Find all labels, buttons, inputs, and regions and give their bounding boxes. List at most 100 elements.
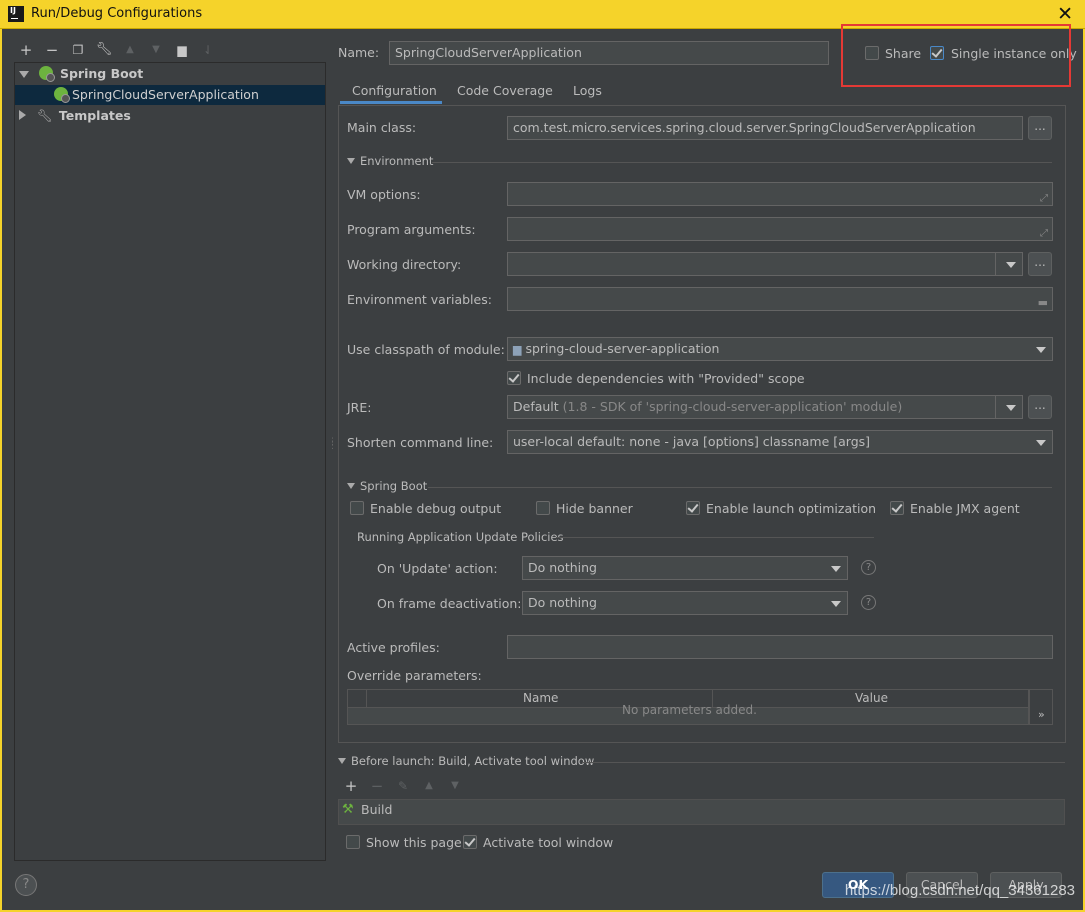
spring-boot-run-icon [54,87,70,103]
classpath-value: spring-cloud-server-application [525,341,720,356]
environment-section[interactable]: Environment [347,154,433,168]
main-class-browse-button[interactable]: ... [1028,116,1052,140]
edit-task-icon[interactable]: ✎ [394,777,412,795]
table-header-value[interactable]: Value [855,691,888,705]
spring-boot-section[interactable]: Spring Boot [347,479,427,493]
env-vars-input[interactable]: ▬ [507,287,1053,311]
spring-boot-section-label: Spring Boot [360,479,428,493]
on-update-value: Do nothing [528,560,597,575]
move-down-icon[interactable]: ▼ [446,777,464,795]
table-side-bar: » [1029,689,1053,725]
tree-group-templates[interactable]: 🔧︎ Templates [19,106,131,126]
add-task-icon[interactable]: + [342,777,360,795]
main-class-label: Main class: [347,120,417,135]
chevron-down-icon[interactable] [1006,262,1016,268]
chevron-down-icon[interactable] [831,566,841,572]
expand-icon[interactable]: ⤢ [1040,223,1048,240]
main-class-input[interactable]: com.test.micro.services.spring.cloud.ser… [507,116,1023,140]
tab-configuration[interactable]: Configuration [340,80,442,104]
remove-icon[interactable]: − [43,41,61,59]
collapse-arrow-icon [338,758,346,764]
close-icon[interactable]: ✕ [1057,2,1073,26]
enable-debug-checkbox[interactable] [350,501,364,515]
wrench-icon[interactable]: 🔧︎ [95,41,113,59]
expand-icon[interactable]: ⤢ [1040,188,1048,205]
show-page-checkbox[interactable] [346,835,360,849]
tree-group-spring-boot[interactable]: Spring Boot [19,64,143,84]
jre-combo[interactable]: Default (1.8 - SDK of 'spring-cloud-serv… [507,395,1023,419]
tab-logs[interactable]: Logs [573,80,602,104]
help-button[interactable]: ? [15,874,37,896]
window-title: Run/Debug Configurations [31,6,203,21]
include-deps-checkbox[interactable] [507,371,521,385]
enable-debug-label: Enable debug output [370,501,502,516]
classpath-label: Use classpath of module: [347,342,505,357]
include-deps-label: Include dependencies with "Provided" sco… [527,371,805,386]
divider [428,487,1052,488]
splitter-grip[interactable]: ⋮ ⋮ [328,438,337,451]
activate-window-checkbox[interactable] [463,835,477,849]
jre-value: Default [513,399,559,414]
jmx-agent-checkbox[interactable] [890,501,904,515]
remove-task-icon[interactable]: − [368,777,386,795]
program-args-label: Program arguments: [347,222,476,237]
module-icon: ▆ [513,343,522,356]
help-icon[interactable]: ? [861,560,876,575]
move-up-icon[interactable]: ▲ [420,777,438,795]
move-down-icon[interactable]: ▼ [147,41,165,59]
add-icon[interactable]: + [17,41,35,59]
working-dir-combo[interactable] [507,252,1023,276]
collapse-arrow-icon [347,483,355,489]
shorten-combo[interactable]: user-local default: none - java [options… [507,430,1053,454]
help-icon[interactable]: ? [861,595,876,610]
expand-arrow-icon[interactable] [19,71,29,78]
divider [432,162,1052,163]
sort-icon[interactable]: ⇃ [199,41,217,59]
on-frame-value: Do nothing [528,595,597,610]
move-up-icon[interactable]: ▲ [121,41,139,59]
vm-options-input[interactable]: ⤢ [507,182,1053,206]
spring-boot-icon [38,66,55,82]
copy-icon[interactable]: ❐ [69,41,87,59]
name-label: Name: [338,45,380,60]
launch-optimization-checkbox[interactable] [686,501,700,515]
window-border-left [0,29,2,912]
before-launch-label: Before launch: Build, Activate tool wind… [351,754,595,768]
collapse-arrow-icon[interactable] [19,110,26,120]
name-input[interactable]: SpringCloudServerApplication [389,41,829,65]
working-dir-browse-button[interactable]: ... [1028,252,1052,276]
active-profiles-input[interactable] [507,635,1053,659]
before-launch-section[interactable]: Before launch: Build, Activate tool wind… [338,754,594,768]
configuration-tree: Spring Boot SpringCloudServerApplication… [14,62,326,861]
on-update-combo[interactable]: Do nothing [522,556,848,580]
expand-more-icon[interactable]: » [1038,708,1045,721]
program-args-input[interactable]: ⤢ [507,217,1053,241]
environment-section-label: Environment [360,154,434,168]
tree-item-springcloudserverapplication[interactable]: SpringCloudServerApplication [15,85,325,105]
chevron-down-icon[interactable] [1036,440,1046,446]
launch-optimization-label: Enable launch optimization [706,501,877,516]
table-header-name[interactable]: Name [523,691,558,705]
shorten-value: user-local default: none - java [options… [513,434,871,449]
override-params-table[interactable]: Name Value No parameters added. [347,689,1029,725]
build-task-label[interactable]: Build [361,802,392,817]
jmx-agent-label: Enable JMX agent [910,501,1020,516]
chevron-down-icon[interactable] [1036,347,1046,353]
folder-icon[interactable]: ▆ [173,41,191,59]
divider [995,253,996,275]
divider [366,690,367,708]
folder-icon[interactable]: ▬ [1038,292,1048,310]
on-frame-label: On frame deactivation: [377,596,522,611]
classpath-combo[interactable]: ▆ spring-cloud-server-application [507,337,1053,361]
jre-browse-button[interactable]: ... [1028,395,1052,419]
wrench-icon: 🔧︎ [36,108,53,123]
chevron-down-icon[interactable] [831,601,841,607]
jre-detail: (1.8 - SDK of 'spring-cloud-server-appli… [562,399,903,414]
hide-banner-checkbox[interactable] [536,501,550,515]
divider [582,762,1065,763]
jre-label: JRE: [347,400,372,415]
tab-code-coverage[interactable]: Code Coverage [457,80,553,104]
tree-group-label: Spring Boot [59,66,144,81]
on-frame-combo[interactable]: Do nothing [522,591,848,615]
chevron-down-icon[interactable] [1006,405,1016,411]
